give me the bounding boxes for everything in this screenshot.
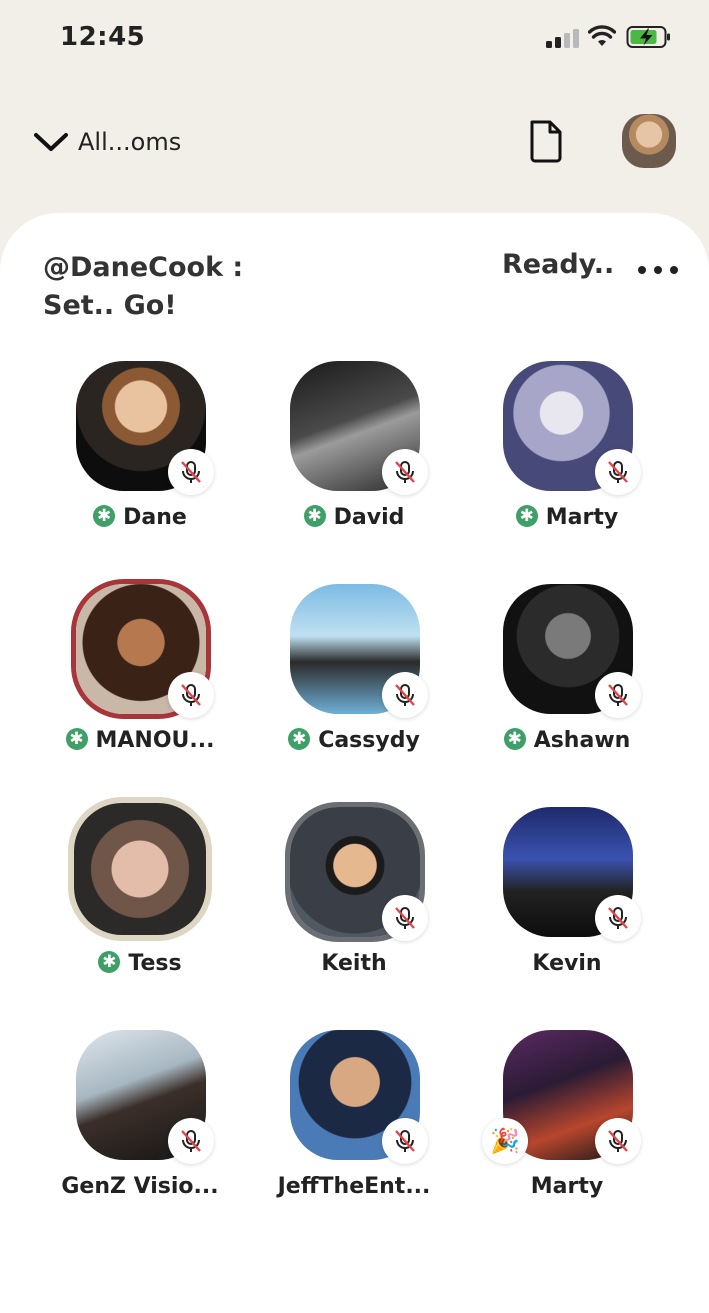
speaker-tile[interactable]: 🎉 Marty <box>477 1030 657 1230</box>
header: All...oms <box>0 100 709 190</box>
microphone-muted-icon <box>595 449 641 495</box>
party-popper-icon: 🎉 <box>482 1118 528 1164</box>
speaker-name-row: Keith <box>264 951 444 976</box>
speaker-name-row: JeffTheEnt... <box>264 1174 444 1199</box>
speaker-name-row: ✱ David <box>264 505 444 530</box>
speaker-tile[interactable]: JeffTheEnt... <box>264 1030 444 1230</box>
speaker-name: Cassydy <box>318 728 420 753</box>
microphone-muted-icon <box>595 895 641 941</box>
speaker-name: Kevin <box>532 951 602 976</box>
speaker-name-row: ✱ Cassydy <box>264 728 444 753</box>
speaker-name-row: GenZ Visio... <box>50 1174 230 1199</box>
speaker-name-row: ✱ Ashawn <box>477 728 657 753</box>
speaker-tile[interactable]: ✱ Dane <box>50 361 230 561</box>
cellular-signal-icon <box>546 29 579 48</box>
moderator-asterisk-icon: ✱ <box>503 728 526 750</box>
speaker-name: Ashawn <box>533 728 631 753</box>
speaker-name: MANOU... <box>95 728 215 753</box>
microphone-muted-icon <box>168 1118 214 1164</box>
room-title: @DaneCook : Set.. Go! <box>43 252 244 321</box>
speaker-tile[interactable]: Kevin <box>477 807 657 1007</box>
profile-avatar[interactable] <box>622 114 676 168</box>
room-status: Ready.. <box>502 249 615 280</box>
speaker-tile[interactable]: ✱ Marty <box>477 361 657 561</box>
speaker-name: Keith <box>321 951 387 976</box>
microphone-muted-icon <box>595 1118 641 1164</box>
speaker-name: Marty <box>545 505 619 530</box>
speaker-name-row: ✱ MANOU... <box>50 728 230 753</box>
speaker-tile[interactable]: ✱ Ashawn <box>477 584 657 784</box>
room-picker[interactable]: All...oms <box>32 122 181 162</box>
moderator-asterisk-icon: ✱ <box>93 505 116 527</box>
speaker-name-row: ✱ Tess <box>50 951 230 976</box>
speaker-name: Marty <box>530 1174 604 1199</box>
speaker-avatar[interactable] <box>74 803 206 935</box>
status-time: 12:45 <box>60 22 146 52</box>
speaker-tile[interactable]: ✱ Tess <box>50 803 230 1007</box>
speaker-name-row: ✱ Dane <box>50 505 230 530</box>
wifi-icon <box>588 25 616 46</box>
speaker-tile[interactable]: Keith <box>264 807 444 1007</box>
microphone-muted-icon <box>382 895 428 941</box>
speaker-name-row: ✱ Marty <box>477 505 657 530</box>
room-picker-label: All...oms <box>78 128 182 156</box>
microphone-muted-icon <box>168 449 214 495</box>
speaker-name: GenZ Visio... <box>61 1174 219 1199</box>
status-bar: 12:45 <box>0 0 709 80</box>
moderator-asterisk-icon: ✱ <box>288 728 311 750</box>
microphone-muted-icon <box>168 672 214 718</box>
microphone-muted-icon <box>382 449 428 495</box>
speaker-name: Dane <box>123 505 187 530</box>
moderator-asterisk-icon: ✱ <box>515 505 538 527</box>
speaker-tile[interactable]: GenZ Visio... <box>50 1030 230 1230</box>
microphone-muted-icon <box>382 1118 428 1164</box>
speaker-name-row: Kevin <box>477 951 657 976</box>
moderator-asterisk-icon: ✱ <box>98 951 121 973</box>
speaker-name: Tess <box>128 951 182 976</box>
document-icon[interactable] <box>526 118 566 164</box>
microphone-muted-icon <box>595 672 641 718</box>
more-horizontal-icon[interactable] <box>637 263 679 277</box>
speaker-name: JeffTheEnt... <box>277 1174 431 1199</box>
chevron-down-icon <box>34 133 68 151</box>
moderator-asterisk-icon: ✱ <box>65 728 88 750</box>
speaker-name-row: Marty <box>477 1174 657 1199</box>
room-panel: @DaneCook : Set.. Go! Ready.. ✱ Dane ✱ Dav… <box>0 213 709 1313</box>
moderator-asterisk-icon: ✱ <box>303 505 326 527</box>
microphone-muted-icon <box>382 672 428 718</box>
speaker-tile[interactable]: ✱ Cassydy <box>264 584 444 784</box>
speaker-name: David <box>333 505 405 530</box>
speaker-tile[interactable]: ✱ MANOU... <box>50 584 230 784</box>
speaker-tile[interactable]: ✱ David <box>264 361 444 561</box>
battery-charging-icon <box>626 26 670 48</box>
